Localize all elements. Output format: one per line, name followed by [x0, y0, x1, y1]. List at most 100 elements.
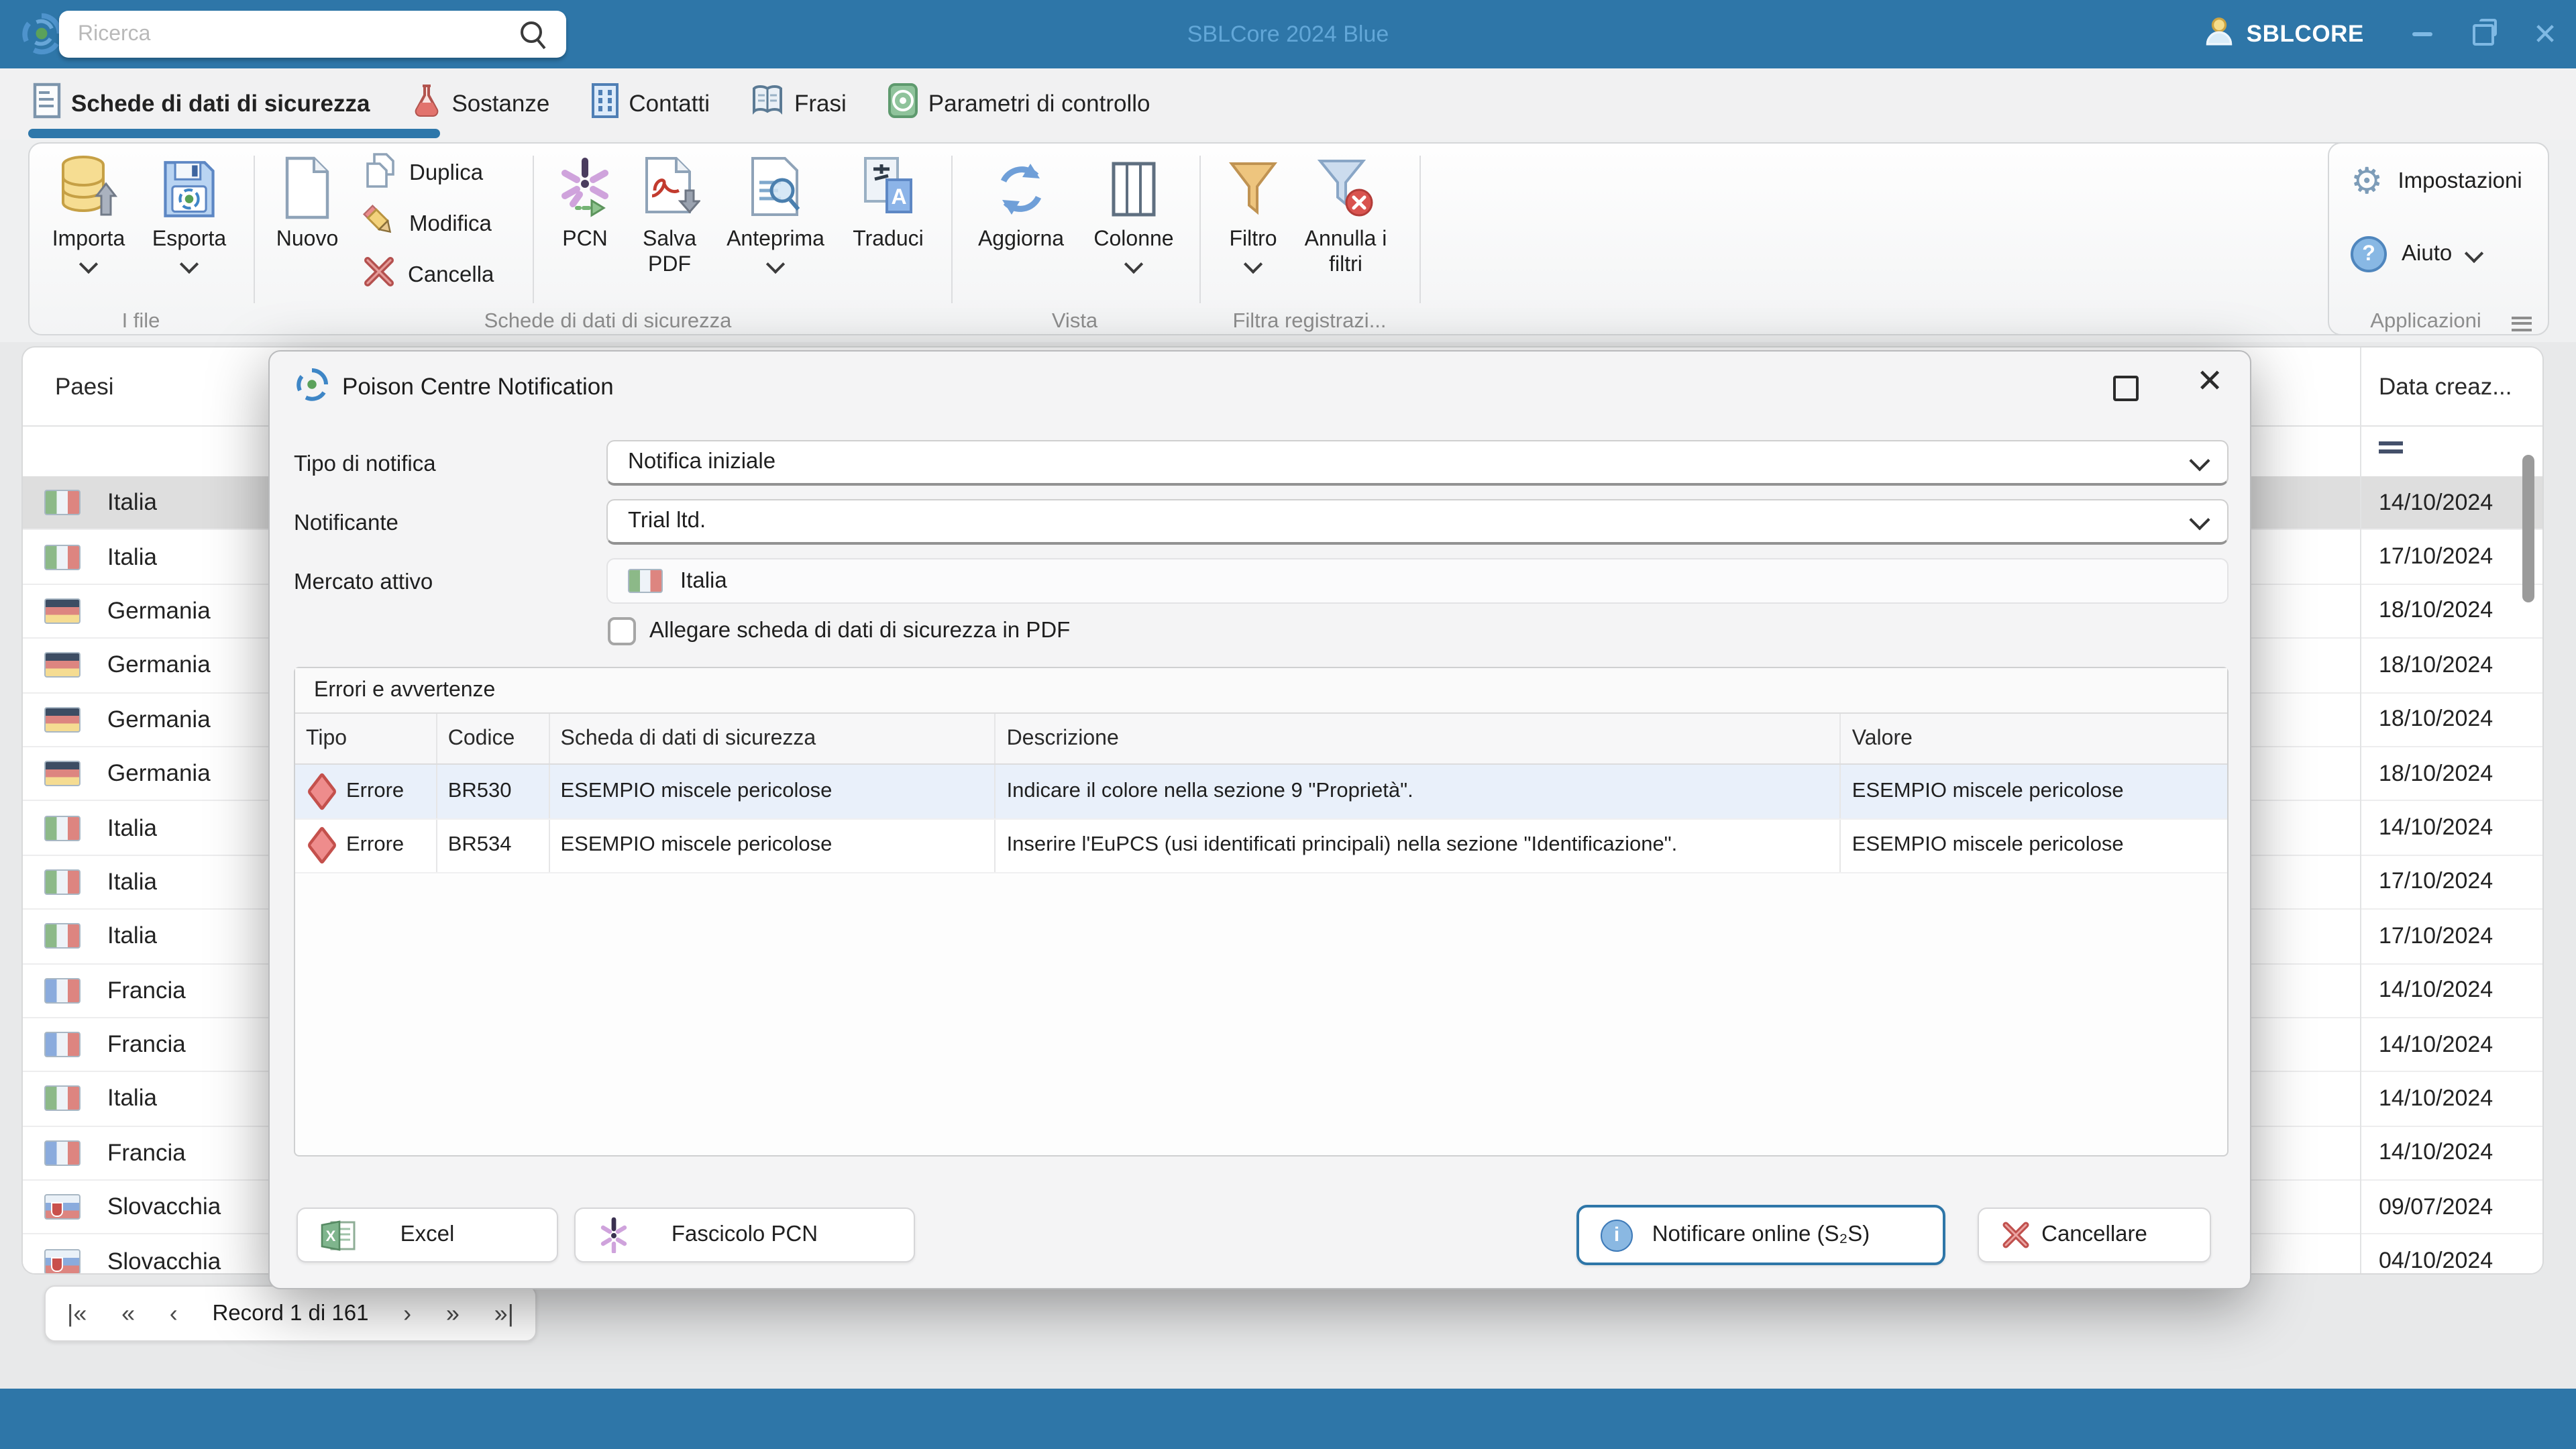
errors-rows: Errore BR530 ESEMPIO miscele pericolose Ind… [295, 765, 2227, 873]
anteprima-button[interactable]: Anteprima [724, 150, 826, 301]
dialog-close-button[interactable]: ✕ [2196, 362, 2223, 401]
date-cell: 14/10/2024 [2379, 1085, 2493, 1111]
error-scheda-cell: ESEMPIO miscele pericolose [550, 819, 996, 872]
group-menu-icon[interactable] [2512, 313, 2532, 334]
flag-germania-icon [44, 652, 80, 678]
importa-button[interactable]: Importa [38, 150, 140, 301]
close-button[interactable]: ✕ [2514, 0, 2576, 68]
flag-italia-icon [44, 490, 80, 516]
salva-pdf-button[interactable]: Salva PDF [619, 150, 720, 301]
esporta-button[interactable]: Esporta [138, 150, 240, 301]
errors-col-valore[interactable]: Valore [1841, 714, 2227, 763]
date-cell: 14/10/2024 [2379, 814, 2493, 841]
app-logo-icon [19, 11, 64, 63]
prev-record-button[interactable]: ‹ [170, 1299, 178, 1328]
date-cell: 09/07/2024 [2379, 1193, 2493, 1220]
country-cell: Italia [107, 922, 157, 949]
equals-filter-icon[interactable] [2379, 441, 2403, 458]
column-header-data-creazione[interactable]: Data creaz... [2379, 347, 2512, 425]
dialog-maximize-button[interactable] [2113, 376, 2139, 401]
tab-parametri-di-controllo[interactable]: Parametri di controllo [887, 82, 1150, 126]
flask-icon [410, 82, 442, 126]
minimize-button[interactable] [2391, 0, 2453, 68]
ribbon-group-label: Filtra registrazi... [1232, 310, 1387, 333]
button-label: Aiuto [2402, 241, 2453, 266]
date-cell: 17/10/2024 [2379, 922, 2493, 949]
button-label: Excel [400, 1222, 455, 1246]
impostazioni-button[interactable]: ⚙ Impostazioni [2351, 163, 2522, 200]
mercato-attivo-field[interactable]: Italia [606, 558, 2229, 604]
account-area[interactable]: SBLCORE [2205, 0, 2364, 68]
errors-col-scheda[interactable]: Scheda di dati di sicurezza [550, 714, 996, 763]
error-descrizione-cell: Inserire l'EuPCS (usi identificati princ… [996, 819, 1841, 872]
tab-contatti[interactable]: Contatti [590, 82, 710, 126]
search-box [59, 11, 566, 58]
annulla-filtri-button[interactable]: Annulla i filtri [1289, 150, 1402, 301]
table-scrollbar-thumb[interactable] [2522, 455, 2534, 602]
translate-icon: A [837, 150, 939, 220]
chevron-down-icon [179, 254, 199, 274]
maximize-button[interactable] [2453, 0, 2514, 68]
flag-germania-icon [44, 761, 80, 787]
flag-slovacchia-icon [44, 1248, 80, 1273]
aggiorna-button[interactable]: Aggiorna [970, 150, 1072, 301]
last-record-button[interactable]: »| [494, 1299, 514, 1328]
tab-frasi[interactable]: Frasi [750, 83, 847, 125]
flag-francia-icon [44, 1140, 80, 1166]
delete-x-icon [362, 255, 396, 295]
cancellare-button[interactable]: Cancellare [1978, 1208, 2211, 1263]
flag-italia-icon [44, 1085, 80, 1112]
errors-panel-title: Errori e avvertenze [295, 668, 2227, 714]
country-cell: Germania [107, 596, 211, 624]
next-page-button[interactable]: » [446, 1299, 460, 1328]
modifica-button[interactable]: Modifica [362, 201, 492, 247]
colonne-button[interactable]: Colonne [1083, 150, 1185, 301]
button-label: Modifica [409, 211, 492, 235]
aiuto-button[interactable]: ? Aiuto [2351, 236, 2483, 272]
dialog-title: Poison Centre Notification [342, 373, 614, 400]
flag-francia-icon [44, 977, 80, 1004]
button-label: Impostazioni [2398, 169, 2522, 193]
errors-col-descrizione[interactable]: Descrizione [996, 714, 1841, 763]
errors-col-tipo[interactable]: Tipo [295, 714, 437, 763]
tab-schede-di-dati-di-sicurezza[interactable]: Schede di dati di sicurezza [32, 82, 370, 126]
tipo-di-notifica-select[interactable]: Notifica iniziale [606, 440, 2229, 486]
first-record-button[interactable]: |« [67, 1299, 87, 1328]
error-codice-cell: BR530 [437, 765, 550, 818]
notificante-label: Notificante [294, 511, 398, 535]
country-cell: Slovacchia [107, 1193, 221, 1220]
prev-page-button[interactable]: « [121, 1299, 135, 1328]
tab-label: Sostanze [451, 90, 550, 117]
application-window: SBLCore 2024 Blue SBLCORE ✕ Schede di da… [0, 0, 2576, 1449]
search-input[interactable] [59, 22, 518, 46]
errors-col-codice[interactable]: Codice [437, 714, 550, 763]
fascicolo-pcn-button[interactable]: Fascicolo PCN [574, 1208, 915, 1263]
notificante-select[interactable]: Trial ltd. [606, 499, 2229, 545]
excel-button[interactable]: X Excel [297, 1208, 558, 1263]
column-header-paesi[interactable]: Paesi [55, 347, 114, 425]
error-row[interactable]: Errore BR530 ESEMPIO miscele pericolose Ind… [295, 765, 2227, 819]
tab-label: Parametri di controllo [928, 90, 1150, 117]
ribbon-separator [1419, 156, 1421, 303]
tab-sostanze[interactable]: Sostanze [410, 82, 549, 126]
building-icon [590, 82, 619, 126]
country-cell: Italia [107, 1084, 157, 1112]
cancella-button[interactable]: Cancella [362, 252, 494, 298]
ribbon-group-label: Vista [1051, 310, 1098, 333]
document-icon [32, 82, 62, 126]
error-codice-cell: BR534 [437, 819, 550, 872]
chevron-down-icon [765, 254, 786, 274]
nuovo-button[interactable]: Nuovo [256, 150, 358, 301]
allega-pdf-checkbox[interactable] [608, 617, 636, 645]
traduci-button[interactable]: A Traduci [837, 150, 939, 301]
error-row[interactable]: Errore BR534 ESEMPIO miscele pericolose Ins… [295, 819, 2227, 873]
chevron-down-icon [1243, 254, 1263, 274]
notificare-online-button[interactable]: i Notificare online (S₂S) [1576, 1205, 1945, 1265]
chevron-down-icon [1124, 254, 1144, 274]
date-cell: 14/10/2024 [2379, 1031, 2493, 1057]
country-cell: Italia [107, 867, 157, 895]
error-diamond-icon [307, 771, 337, 811]
next-record-button[interactable]: › [403, 1299, 411, 1328]
search-icon[interactable] [518, 18, 550, 50]
duplica-button[interactable]: Duplica [362, 150, 483, 196]
